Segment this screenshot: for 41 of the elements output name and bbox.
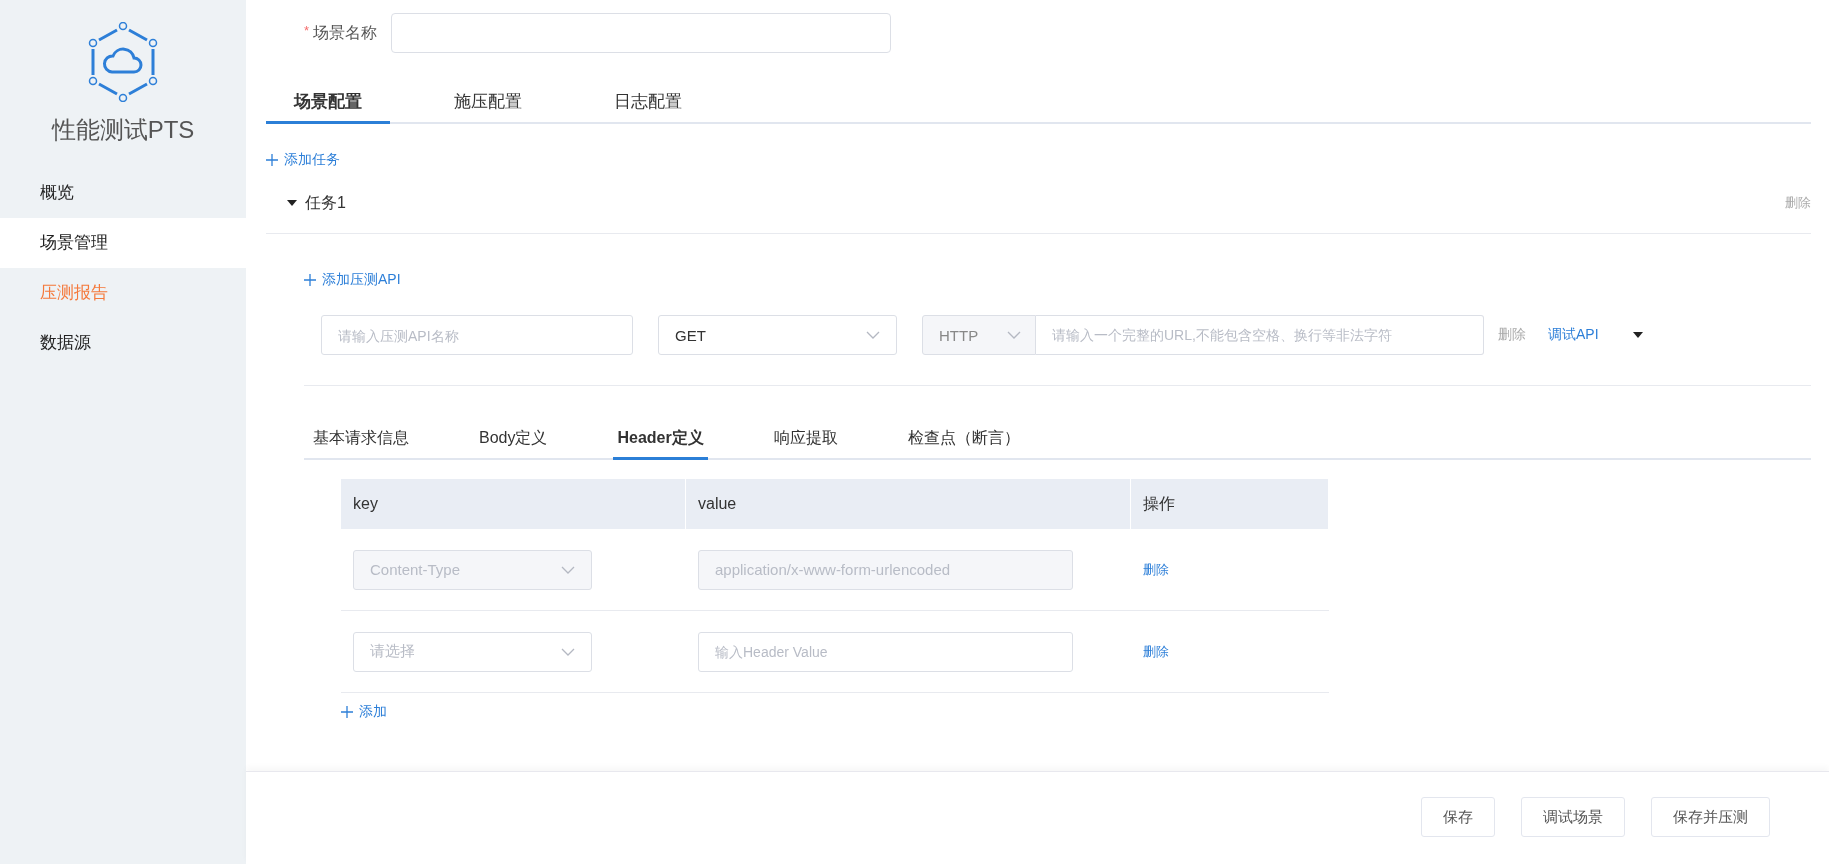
sidebar-item[interactable]: 场景管理 xyxy=(0,218,246,268)
column-header: value xyxy=(686,479,1131,529)
chevron-down-icon xyxy=(1007,331,1021,339)
api-name-field[interactable]: 请输入压测API名称 xyxy=(321,315,633,355)
tab[interactable]: Header定义 xyxy=(613,416,708,460)
delete-link[interactable]: 删除 xyxy=(1143,644,1169,659)
tab[interactable]: 检查点（断言） xyxy=(903,416,1024,460)
add-header-link[interactable]: 添加 xyxy=(341,703,387,721)
tab[interactable]: 场景配置 xyxy=(266,80,390,124)
caret-down-icon[interactable] xyxy=(1632,332,1643,338)
tab[interactable]: 基本请求信息 xyxy=(309,416,413,460)
field-label: 场景名称 xyxy=(313,22,377,43)
scene-name-field[interactable] xyxy=(391,13,891,53)
chevron-down-icon xyxy=(866,331,880,339)
tab[interactable]: Body定义 xyxy=(475,416,552,460)
required-mark: * xyxy=(303,22,309,40)
plus-icon xyxy=(341,706,353,718)
app-title: 性能测试PTS xyxy=(51,115,195,145)
method-select[interactable]: GET xyxy=(658,315,897,355)
task-title: 任务1 xyxy=(305,192,346,213)
chevron-down-icon xyxy=(561,647,575,656)
debug-api-link[interactable]: 调试API xyxy=(1548,326,1599,344)
tab[interactable]: 响应提取 xyxy=(769,416,842,460)
column-header: key xyxy=(341,479,686,529)
value-field[interactable]: 输入Header Value xyxy=(698,631,1073,672)
footer-button[interactable]: 保存并压测 xyxy=(1651,797,1770,837)
add-api-link[interactable]: 添加压测API xyxy=(304,271,401,289)
tab[interactable]: 日志配置 xyxy=(586,80,710,124)
sidebar-item[interactable]: 数据源 xyxy=(0,318,246,368)
footer-button[interactable]: 保存 xyxy=(1421,797,1495,837)
sidebar-item[interactable]: 概览 xyxy=(0,168,246,218)
footer-button[interactable]: 调试场景 xyxy=(1521,797,1625,837)
plus-icon xyxy=(266,154,278,166)
caret-down-icon[interactable] xyxy=(287,198,297,208)
cloud-hexagon-logo-icon xyxy=(88,22,158,102)
plus-icon xyxy=(304,274,316,286)
url-field[interactable]: 请输入一个完整的URL,不能包含空格、换行等非法字符 xyxy=(1036,315,1484,355)
tab[interactable]: 施压配置 xyxy=(426,80,550,124)
chevron-down-icon xyxy=(561,565,575,574)
add-task-link[interactable]: 添加任务 xyxy=(266,151,340,169)
column-header: 操作 xyxy=(1131,479,1329,529)
